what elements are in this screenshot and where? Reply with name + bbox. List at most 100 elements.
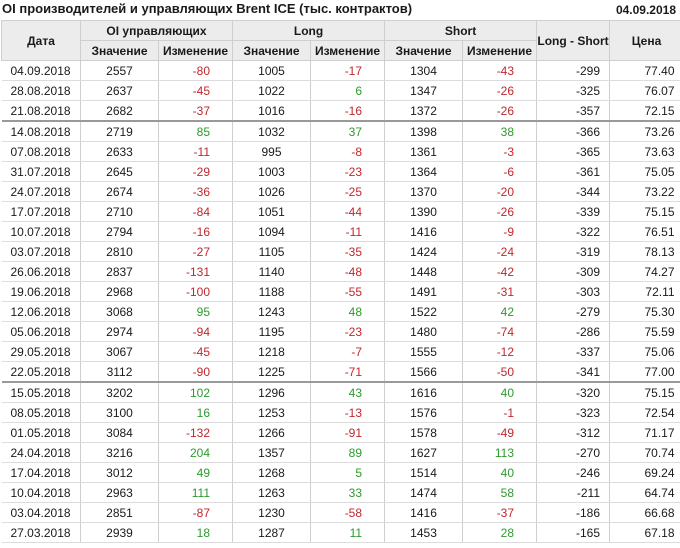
long-change: -25 — [310, 181, 385, 202]
row-date: 01.05.2018 — [1, 422, 81, 443]
long-short-value: -365 — [536, 141, 610, 162]
short-value: 1578 — [384, 422, 463, 443]
row-date: 04.09.2018 — [1, 60, 81, 81]
short-change: -26 — [462, 201, 537, 222]
long-change: -7 — [310, 341, 385, 362]
row-date: 27.03.2018 — [1, 522, 81, 543]
long-change: -23 — [310, 321, 385, 342]
oi-value: 3202 — [80, 381, 159, 403]
oi-value-header: Значение — [80, 40, 159, 61]
price-value: 75.05 — [609, 161, 680, 182]
short-change: 58 — [462, 482, 537, 503]
short-value: 1304 — [384, 60, 463, 81]
long-value: 1140 — [232, 261, 311, 282]
long-change: -23 — [310, 161, 385, 182]
long-short-value: -323 — [536, 402, 610, 423]
short-change: -12 — [462, 341, 537, 362]
long-short-value: -303 — [536, 281, 610, 302]
oi-value: 2794 — [80, 221, 159, 242]
short-value: 1453 — [384, 522, 463, 543]
short-change: -6 — [462, 161, 537, 182]
long-value: 1105 — [232, 241, 311, 262]
oi-value: 3067 — [80, 341, 159, 362]
oi-value: 3112 — [80, 361, 159, 383]
short-value: 1522 — [384, 301, 463, 322]
long-short-value: -279 — [536, 301, 610, 322]
short-value-header: Значение — [384, 40, 464, 61]
table-row: 14.08.2018 2719 85 1032 37 1398 38 -366 73.26 — [1, 120, 680, 142]
oi-change: -100 — [157, 281, 233, 302]
table-row: 17.04.2018 3012 49 1268 5 1514 40 -246 69.24 — [1, 462, 680, 483]
short-change: -31 — [462, 281, 537, 302]
row-date: 24.04.2018 — [1, 442, 81, 463]
long-value: 1188 — [232, 281, 311, 302]
long-short-value: -246 — [536, 462, 610, 483]
col-short-group-header: Short — [384, 20, 538, 41]
price-value: 72.54 — [609, 402, 680, 423]
table-row: 31.07.2018 2645 -29 1003 -23 1364 -6 -361 75.05 — [1, 161, 680, 182]
short-value: 1491 — [384, 281, 463, 302]
long-change: -35 — [310, 241, 385, 262]
table-row: 22.05.2018 3112 -90 1225 -71 1566 -50 -341 77.00 — [1, 361, 680, 383]
short-value: 1616 — [384, 381, 463, 403]
long-change-header: Изменение — [310, 40, 386, 61]
short-change: 28 — [462, 522, 537, 543]
long-change: -91 — [310, 422, 385, 443]
row-date: 15.05.2018 — [1, 381, 81, 403]
col-oi-group-header: OI управляющих — [79, 20, 234, 41]
table-row: 28.08.2018 2637 -45 1022 6 1347 -26 -325 76.07 — [1, 80, 680, 101]
row-date: 29.05.2018 — [1, 341, 81, 362]
long-value: 1051 — [232, 201, 311, 222]
long-change: 5 — [310, 462, 385, 483]
table-row: 27.03.2018 2939 18 1287 11 1453 28 -165 67.18 — [1, 522, 680, 543]
short-change-header: Изменение — [462, 40, 538, 61]
long-short-value: -299 — [536, 60, 610, 81]
long-short-value: -366 — [536, 120, 610, 142]
long-value: 995 — [232, 141, 311, 162]
oi-value: 2939 — [80, 522, 159, 543]
long-short-value: -320 — [536, 381, 610, 403]
table-row: 04.09.2018 2557 -80 1005 -17 1304 -43 -299 77.40 — [1, 60, 680, 81]
table-row: 19.06.2018 2968 -100 1188 -55 1491 -31 -303 72.1… — [1, 281, 680, 302]
row-date: 10.07.2018 — [1, 221, 81, 242]
long-value: 1094 — [232, 221, 311, 242]
oi-change: 85 — [157, 120, 233, 142]
short-change: -74 — [462, 321, 537, 342]
col-date-header: Дата — [1, 20, 81, 61]
oi-change: -11 — [157, 141, 233, 162]
table-title: OI производителей и управляющих Brent IC… — [2, 1, 413, 16]
table-header: Дата OI управляющих Long Short Long - Sh… — [1, 20, 680, 61]
oi-change: 102 — [157, 381, 233, 403]
oi-change: -80 — [157, 60, 233, 81]
price-value: 75.30 — [609, 301, 680, 322]
table-row: 29.05.2018 3067 -45 1218 -7 1555 -12 -337 75.06 — [1, 341, 680, 362]
long-change: -8 — [310, 141, 385, 162]
short-value: 1566 — [384, 361, 463, 383]
short-value: 1364 — [384, 161, 463, 182]
oi-change: 204 — [157, 442, 233, 463]
long-change: 43 — [310, 381, 385, 403]
price-value: 76.07 — [609, 80, 680, 101]
long-change: 6 — [310, 80, 385, 101]
oi-value: 2682 — [80, 100, 159, 122]
price-value: 71.17 — [609, 422, 680, 443]
table-row: 21.08.2018 2682 -37 1016 -16 1372 -26 -357 72.15 — [1, 100, 680, 122]
oi-value: 2851 — [80, 502, 159, 523]
table-row: 08.05.2018 3100 16 1253 -13 1576 -1 -323 72.54 — [1, 402, 680, 423]
oi-change: 95 — [157, 301, 233, 322]
oi-value: 3068 — [80, 301, 159, 322]
short-change: -26 — [462, 80, 537, 101]
table-row: 03.07.2018 2810 -27 1105 -35 1424 -24 -319 78.13 — [1, 241, 680, 262]
long-change: -71 — [310, 361, 385, 383]
oi-change: -45 — [157, 341, 233, 362]
oi-value: 2963 — [80, 482, 159, 503]
col-long-group-header: Long — [232, 20, 386, 41]
row-date: 17.04.2018 — [1, 462, 81, 483]
long-change: -55 — [310, 281, 385, 302]
short-value: 1480 — [384, 321, 463, 342]
price-value: 75.59 — [609, 321, 680, 342]
oi-change: -90 — [157, 361, 233, 383]
short-value: 1398 — [384, 120, 463, 142]
short-change: -49 — [462, 422, 537, 443]
price-value: 77.00 — [609, 361, 680, 383]
